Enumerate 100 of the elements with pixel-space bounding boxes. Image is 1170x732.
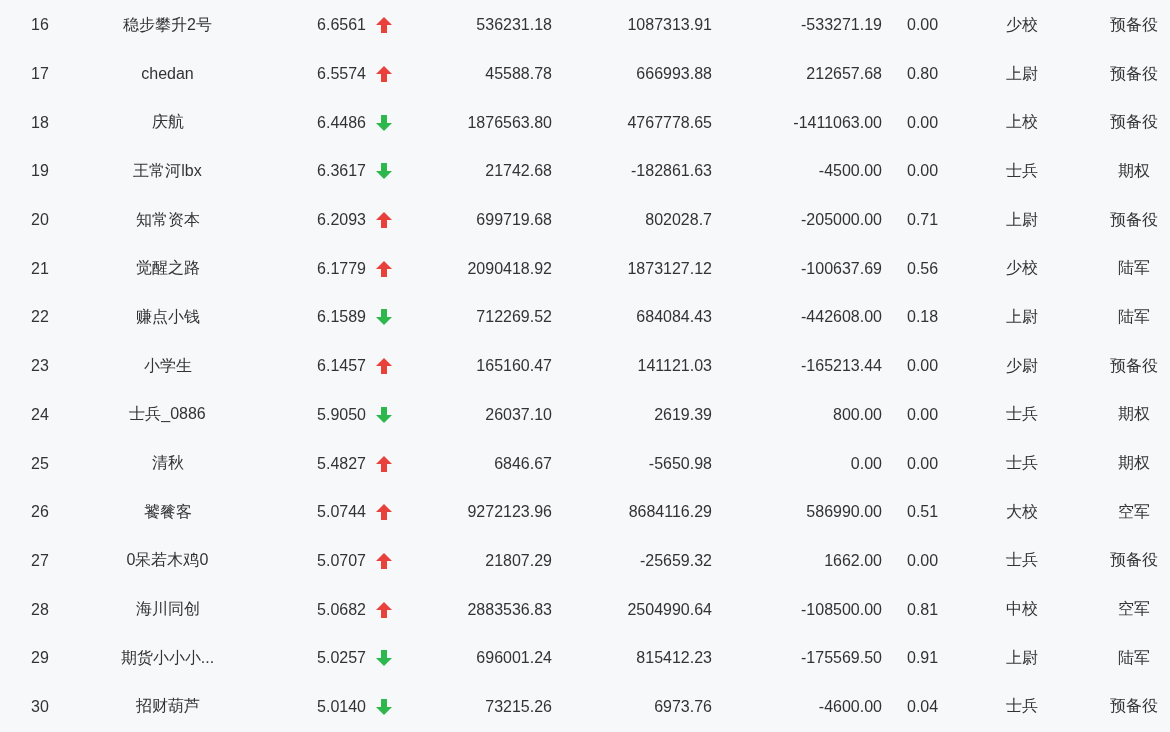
category-text: 预备役 — [1109, 355, 1158, 376]
table-cell-text: -182861.63 — [631, 162, 713, 181]
table-cell-text: 0.00 — [906, 454, 939, 473]
rank-text: 30 — [31, 697, 49, 716]
name-text: 0呆若木鸡0 — [126, 550, 209, 571]
table-cell-text: 165160.47 — [476, 357, 553, 376]
table-cell-text: 1087313.91 — [627, 16, 713, 35]
category-text: 期权 — [1117, 453, 1150, 474]
rank-title-text: 中校 — [1006, 599, 1038, 620]
table-cell-text: -442608.00 — [801, 308, 883, 327]
rank-text: 29 — [31, 649, 49, 668]
rank-text: 28 — [31, 600, 49, 619]
table-cell-text: -533271.19 — [801, 16, 883, 35]
rank-text: 18 — [31, 113, 49, 132]
category-text: 期权 — [1117, 160, 1150, 181]
score-text: 6.1779 — [317, 259, 367, 278]
score-text: 5.0257 — [317, 649, 367, 668]
table-cell-text: 0.00 — [850, 454, 883, 473]
table-cell-text: 0.51 — [906, 503, 939, 522]
name-text: 知常资本 — [135, 209, 200, 230]
category-text: 预备役 — [1109, 550, 1158, 571]
name-text: 士兵_0886 — [129, 404, 206, 425]
table-cell-text: 666993.88 — [636, 65, 713, 84]
table-cell-text: 712269.52 — [476, 308, 553, 327]
rank-title-text: 士兵 — [1006, 550, 1038, 571]
table-cell-text: 2619.39 — [654, 405, 713, 424]
rank-title-text: 士兵 — [1006, 453, 1038, 474]
table-cell-text: -25659.32 — [639, 551, 713, 570]
score-text: 5.4827 — [317, 454, 367, 473]
rank-text: 23 — [31, 357, 49, 376]
score-text: 6.4486 — [317, 113, 367, 132]
table-cell-text: 0.00 — [906, 357, 939, 376]
category-text: 预备役 — [1109, 112, 1158, 133]
rank-title-text: 上尉 — [1006, 306, 1038, 327]
table-cell-text: 1876563.80 — [467, 113, 553, 132]
score-text: 6.1589 — [317, 308, 367, 327]
score-text: 6.6561 — [317, 16, 367, 35]
score-text: 5.0140 — [317, 697, 367, 716]
table-cell-text: 2883536.83 — [467, 600, 553, 619]
table-cell-text: 2504990.64 — [627, 600, 713, 619]
score-text: 5.9050 — [317, 405, 367, 424]
table-cell-text: 802028.7 — [645, 211, 713, 230]
category-text: 陆军 — [1117, 306, 1150, 327]
name-text: 王常河lbx — [133, 160, 202, 181]
table-cell-text: -5650.98 — [648, 454, 713, 473]
table-cell-text: -175569.50 — [801, 649, 883, 668]
category-text: 预备役 — [1109, 696, 1158, 717]
category-text: 陆军 — [1117, 258, 1150, 279]
table-cell-text: 0.91 — [906, 649, 939, 668]
category-text: 预备役 — [1109, 209, 1158, 230]
category-text: 期权 — [1117, 404, 1150, 425]
table-cell-text: 141121.03 — [637, 357, 713, 376]
name-text: 清秋 — [151, 453, 184, 474]
table-cell-text: -100637.69 — [801, 259, 883, 278]
table-cell-text: -1411063.00 — [793, 113, 883, 132]
score-text: 5.0744 — [317, 503, 367, 522]
category-text: 空军 — [1117, 599, 1150, 620]
name-text: 饕餮客 — [143, 501, 192, 522]
rank-text: 19 — [31, 162, 49, 181]
table-cell-text: 0.81 — [906, 600, 939, 619]
table-cell-text: 0.00 — [906, 162, 939, 181]
rank-title-text: 上尉 — [1006, 209, 1038, 230]
table-cell-text: 0.71 — [906, 211, 939, 230]
rank-text: 24 — [31, 405, 49, 424]
name-text: 庆航 — [151, 112, 184, 133]
score-text: 5.0707 — [317, 551, 367, 570]
category-text: 预备役 — [1109, 14, 1158, 35]
rank-text: 20 — [31, 211, 49, 230]
score-text: 6.2093 — [317, 211, 367, 230]
name-text: 稳步攀升2号 — [123, 14, 212, 35]
table-cell-text: 0.00 — [906, 16, 939, 35]
table-cell-text: 21742.68 — [485, 162, 553, 181]
table-cell-text: 536231.18 — [476, 16, 553, 35]
table-cell-text: 1662.00 — [824, 551, 883, 570]
rank-text: 25 — [31, 454, 49, 473]
name-text: 觉醒之路 — [135, 258, 200, 279]
table-cell-text: 6846.67 — [494, 454, 553, 473]
table-cell-text: 800.00 — [833, 405, 883, 424]
rank-text: 21 — [31, 259, 49, 278]
rank-title-text: 上尉 — [1006, 647, 1038, 668]
rank-text: 26 — [31, 503, 49, 522]
table-cell-text: 45588.78 — [485, 65, 553, 84]
table-cell-text: 6973.76 — [654, 697, 713, 716]
table-cell-text: 586990.00 — [806, 503, 883, 522]
table-cell-text: 9272123.96 — [467, 503, 553, 522]
table-cell-text: 0.56 — [906, 259, 939, 278]
rank-text: 27 — [31, 551, 49, 570]
name-text: 期货小小小... — [120, 647, 215, 668]
table-cell-text: 73215.26 — [485, 697, 553, 716]
table-cell-text: -205000.00 — [801, 211, 883, 230]
name-text: 招财葫芦 — [135, 696, 200, 717]
table-cell-text: -108500.00 — [801, 600, 883, 619]
rank-title-text: 少尉 — [1006, 355, 1038, 376]
rank-text: 17 — [31, 65, 49, 84]
rank-text: 16 — [31, 16, 49, 35]
rank-title-text: 上尉 — [1006, 63, 1038, 84]
rank-title-text: 少校 — [1006, 258, 1038, 279]
table-cell-text: 212657.68 — [806, 65, 883, 84]
score-text: 6.1457 — [317, 357, 367, 376]
name-text: 赚点小钱 — [135, 306, 200, 327]
